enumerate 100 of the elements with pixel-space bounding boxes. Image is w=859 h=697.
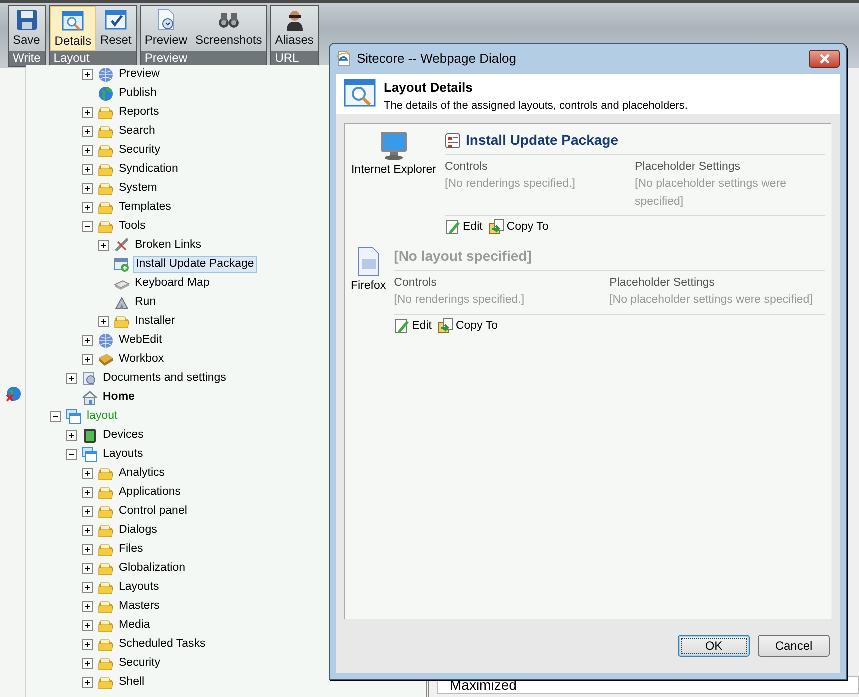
expand-icon[interactable]: [82, 601, 93, 612]
tree-item[interactable]: Templates: [117, 200, 174, 215]
collapse-icon[interactable]: [50, 411, 61, 422]
expand-icon[interactable]: [82, 639, 93, 650]
close-button[interactable]: [809, 50, 840, 68]
tree-item[interactable]: Home: [101, 390, 137, 405]
expand-icon[interactable]: [82, 126, 93, 137]
expand-icon[interactable]: [82, 145, 93, 156]
toolbar-button[interactable]: Details: [50, 6, 96, 51]
controls-value: [No renderings specified.]: [394, 293, 526, 308]
magnifier-window-icon: [344, 78, 376, 110]
expand-icon[interactable]: [82, 202, 93, 213]
expand-icon[interactable]: [98, 316, 109, 327]
expand-icon[interactable]: [98, 240, 109, 251]
toolbar-button[interactable]: Save: [9, 6, 44, 51]
dialog-button[interactable]: OK: [678, 635, 750, 657]
tree-item[interactable]: Applications: [117, 485, 184, 500]
tree-item[interactable]: Layouts: [101, 447, 146, 462]
expand-icon[interactable]: [82, 335, 93, 346]
action-link[interactable]: Copy To: [438, 318, 498, 335]
browser-icon: [336, 51, 352, 67]
folder-icon: [98, 124, 114, 140]
tree-item[interactable]: Analytics: [117, 466, 168, 481]
tree-item[interactable]: Media: [117, 618, 152, 633]
expand-icon[interactable]: [82, 506, 93, 517]
group-label: Write: [9, 51, 45, 66]
tree-item[interactable]: Documents and settings: [101, 371, 228, 386]
expand-icon[interactable]: [82, 525, 93, 536]
action-link[interactable]: Edit: [445, 218, 483, 236]
folder-icon: [98, 636, 114, 652]
folder-icon: [98, 142, 114, 158]
tree-item[interactable]: System: [117, 181, 160, 196]
toolbar-button[interactable]: Aliases: [271, 6, 318, 51]
tree-item[interactable]: Reports: [117, 105, 162, 120]
expand-icon[interactable]: [82, 164, 93, 175]
copy-arrow-icon: [488, 219, 505, 236]
action-link[interactable]: Copy To: [488, 218, 549, 236]
expand-icon[interactable]: [82, 183, 93, 194]
tree-item[interactable]: Syndication: [117, 162, 180, 177]
collapse-icon[interactable]: [82, 221, 93, 232]
expand-icon[interactable]: [82, 107, 93, 118]
folder-icon: [98, 104, 114, 120]
tree-item[interactable]: Devices: [101, 428, 146, 443]
expand-icon[interactable]: [66, 430, 77, 441]
expand-icon[interactable]: [82, 354, 93, 365]
tree-item[interactable]: Broken Links: [133, 238, 204, 253]
dialog-button[interactable]: Cancel: [758, 635, 830, 657]
expand-icon[interactable]: [66, 373, 77, 384]
tree-item[interactable]: Installer: [133, 314, 178, 329]
controls-label: Controls: [394, 276, 438, 291]
tree-item[interactable]: Preview: [117, 67, 162, 82]
tree-item[interactable]: Shell: [117, 675, 147, 690]
tree-item[interactable]: Layouts: [117, 580, 162, 595]
folder-icon: [98, 522, 114, 538]
placeholder-value: [No placeholder settings were specified]: [610, 293, 814, 308]
collapse-icon[interactable]: [66, 449, 77, 460]
window-title: Sitecore -- Webpage Dialog: [357, 50, 516, 68]
tree-item[interactable]: Security: [117, 143, 163, 158]
tree-item[interactable]: Masters: [117, 599, 162, 614]
tree-item[interactable]: Install Update Package: [133, 256, 258, 273]
tree-item[interactable]: Workbox: [117, 352, 166, 367]
tree-item[interactable]: Publish: [117, 86, 159, 101]
expand-icon[interactable]: [82, 658, 93, 669]
copy-arrow-icon: [438, 318, 454, 334]
folder-icon: [98, 218, 114, 234]
toolbar-button[interactable]: Reset: [96, 6, 136, 51]
expand-icon[interactable]: [82, 468, 93, 479]
expand-icon[interactable]: [82, 544, 93, 555]
expand-icon[interactable]: [82, 563, 93, 574]
expand-icon[interactable]: [82, 677, 93, 688]
save-icon: [14, 8, 39, 32]
tree-item[interactable]: Files: [117, 542, 146, 557]
folder-icon: [98, 504, 114, 520]
expand-icon[interactable]: [82, 487, 93, 498]
box-icon: [98, 352, 114, 368]
gear-document-icon: [82, 370, 98, 386]
windows-icon: [66, 408, 82, 424]
expand-icon[interactable]: [82, 582, 93, 593]
group-label: Preview: [140, 51, 266, 66]
tree-item[interactable]: Globalization: [117, 561, 188, 576]
toolbar-button[interactable]: Screenshots: [192, 6, 266, 51]
tree-item[interactable]: Search: [117, 124, 158, 139]
globe-icon: [98, 86, 114, 102]
tree-item[interactable]: Run: [133, 295, 158, 310]
folder-icon: [98, 466, 114, 482]
tree-item[interactable]: WebEdit: [117, 333, 164, 348]
tree-item[interactable]: Scheduled Tasks: [117, 637, 208, 652]
action-link[interactable]: Edit: [394, 318, 432, 335]
expand-icon[interactable]: [82, 69, 93, 80]
tree-item[interactable]: Dialogs: [117, 523, 160, 538]
toolbar-button[interactable]: Preview: [140, 6, 192, 51]
tree-item[interactable]: Keyboard Map: [133, 276, 212, 291]
folder-icon: [98, 598, 114, 614]
tree-item[interactable]: Security: [117, 656, 163, 671]
expand-icon[interactable]: [82, 620, 93, 631]
dialog-heading: Layout Details: [384, 79, 474, 97]
layout-icon: [445, 132, 461, 148]
placeholder-label: Placeholder Settings: [610, 276, 716, 291]
tree-item[interactable]: Tools: [117, 219, 148, 234]
tree-item[interactable]: Control panel: [117, 504, 190, 519]
